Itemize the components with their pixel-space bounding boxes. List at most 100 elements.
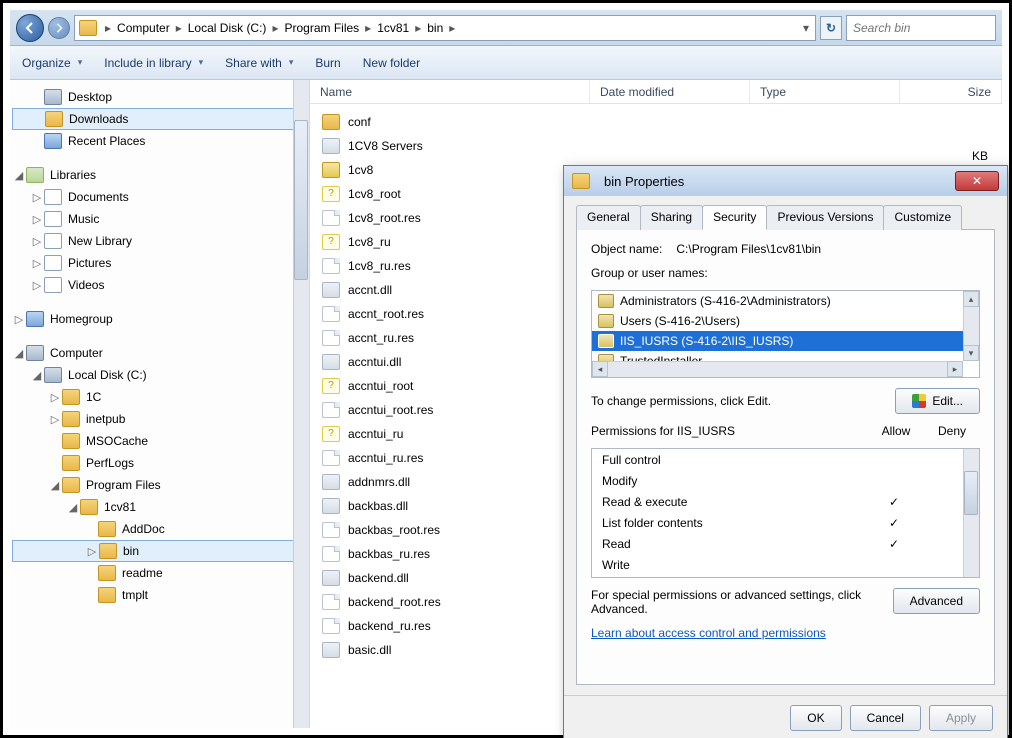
apply-button[interactable]: Apply (929, 705, 993, 731)
sidebar-item-pictures[interactable]: ▷Pictures (12, 252, 307, 274)
dll-icon (322, 570, 340, 586)
dialog-titlebar[interactable]: bin Properties ✕ (564, 166, 1007, 196)
tab-sharing[interactable]: Sharing (640, 205, 703, 230)
search-input[interactable] (853, 21, 989, 35)
sidebar-item-tmplt[interactable]: tmplt (12, 584, 307, 606)
sidebar-item-msocache[interactable]: MSOCache (12, 430, 307, 452)
share-with-button[interactable]: Share with (225, 56, 293, 70)
group-name: IIS_IUSRS (S-416-2\IIS_IUSRS) (620, 334, 793, 348)
advanced-button[interactable]: Advanced (893, 588, 980, 614)
sidebar-item-1c[interactable]: ▷1C (12, 386, 307, 408)
edit-button[interactable]: Edit... (895, 388, 980, 414)
sidebar-item-bin[interactable]: ▷bin (12, 540, 307, 562)
sidebar-item-libraries[interactable]: ◢Libraries (12, 164, 307, 186)
chevron-right-icon[interactable]: ▸ (103, 21, 113, 35)
forward-button[interactable] (48, 17, 70, 39)
sidebar-item-desktop[interactable]: Desktop (12, 86, 307, 108)
column-date[interactable]: Date modified (590, 80, 750, 103)
list-item[interactable]: 1CV8 Servers (314, 134, 998, 158)
learn-link[interactable]: Learn about access control and permissio… (591, 626, 980, 640)
tab-security[interactable]: Security (702, 205, 767, 230)
dialog-footer: OK Cancel Apply (564, 695, 1007, 738)
sidebar-item-music[interactable]: ▷Music (12, 208, 307, 230)
breadcrumb-item[interactable]: 1cv81 (373, 21, 413, 35)
file-name: accntui_root.res (348, 403, 433, 417)
ok-button[interactable]: OK (790, 705, 841, 731)
file-name: backbas_ru.res (348, 547, 430, 561)
permission-row: Read & execute✓ (592, 491, 979, 512)
sidebar-item-1cv81[interactable]: ◢1cv81 (12, 496, 307, 518)
sidebar-item-inetpub[interactable]: ▷inetpub (12, 408, 307, 430)
sidebar-item-label: Music (68, 212, 99, 226)
folder-icon (98, 521, 116, 537)
close-button[interactable]: ✕ (955, 171, 999, 191)
sidebar-item-documents[interactable]: ▷Documents (12, 186, 307, 208)
breadcrumb-item[interactable]: Program Files (280, 21, 363, 35)
sidebar-item-perflogs[interactable]: PerfLogs (12, 452, 307, 474)
chevron-right-icon[interactable]: ▸ (413, 21, 423, 35)
scroll-down-icon[interactable]: ▾ (963, 345, 979, 361)
chevron-right-icon[interactable]: ▸ (270, 21, 280, 35)
sidebar-item-recent[interactable]: Recent Places (12, 130, 307, 152)
organize-button[interactable]: Organize (22, 56, 82, 70)
cancel-button[interactable]: Cancel (850, 705, 921, 731)
group-item[interactable]: IIS_IUSRS (S-416-2\IIS_IUSRS) (592, 331, 979, 351)
explorer-window: ▸ Computer ▸ Local Disk (C:) ▸ Program F… (10, 10, 1002, 728)
breadcrumb-item[interactable]: bin (423, 21, 447, 35)
group-user-list[interactable]: Administrators (S-416-2\Administrators)U… (591, 290, 980, 378)
sidebar-item-new-library[interactable]: ▷New Library (12, 230, 307, 252)
column-type[interactable]: Type (750, 80, 900, 103)
sidebar-item-adddoc[interactable]: AddDoc (12, 518, 307, 540)
sidebar-scrollbar[interactable] (293, 80, 309, 728)
tab-customize[interactable]: Customize (883, 205, 962, 230)
permission-name: Read & execute (602, 495, 869, 509)
new-folder-button[interactable]: New folder (363, 56, 420, 70)
allow-check: ✓ (869, 516, 919, 530)
ico-icon (322, 162, 340, 178)
tab-previous-versions[interactable]: Previous Versions (766, 205, 884, 230)
column-name[interactable]: Name (310, 80, 590, 103)
group-item[interactable]: Users (S-416-2\Users) (592, 311, 979, 331)
include-library-button[interactable]: Include in library (104, 56, 203, 70)
sidebar-item-label: Recent Places (68, 134, 145, 148)
sidebar-item-computer[interactable]: ◢Computer (12, 342, 307, 364)
back-button[interactable] (16, 14, 44, 42)
refresh-button[interactable]: ↻ (820, 16, 842, 40)
sidebar-item-label: Downloads (69, 112, 128, 126)
list-hscrollbar[interactable]: ◂ ▸ (592, 361, 963, 377)
column-headers[interactable]: Name Date modified Type Size (310, 80, 1002, 104)
dll-icon (322, 474, 340, 490)
list-item[interactable]: conf (314, 110, 998, 134)
scroll-right-icon[interactable]: ▸ (947, 361, 963, 377)
breadcrumb-item[interactable]: Computer (113, 21, 174, 35)
group-item[interactable]: Administrators (S-416-2\Administrators) (592, 291, 979, 311)
breadcrumb[interactable]: ▸ Computer ▸ Local Disk (C:) ▸ Program F… (74, 15, 816, 41)
chevron-right-icon[interactable]: ▸ (447, 21, 457, 35)
sidebar-item-label: tmplt (122, 588, 148, 602)
file-name: backend_root.res (348, 595, 441, 609)
breadcrumb-item[interactable]: Local Disk (C:) (184, 21, 271, 35)
column-size[interactable]: Size (900, 80, 1002, 103)
sidebar-item-downloads[interactable]: Downloads (12, 108, 307, 130)
chevron-right-icon[interactable]: ▸ (174, 21, 184, 35)
scroll-up-icon[interactable]: ▴ (963, 291, 979, 307)
sidebar-item-local-disk[interactable]: ◢Local Disk (C:) (12, 364, 307, 386)
burn-button[interactable]: Burn (315, 56, 340, 70)
list-vscrollbar[interactable]: ▴ ▾ (963, 291, 979, 361)
sidebar-item-readme[interactable]: readme (12, 562, 307, 584)
chevron-down-icon[interactable]: ▾ (801, 21, 811, 35)
permissions-scrollbar[interactable] (963, 449, 979, 577)
videos-icon (44, 277, 62, 293)
sidebar-item-label: Homegroup (50, 312, 113, 326)
sidebar-item-homegroup[interactable]: ▷Homegroup (12, 308, 307, 330)
sidebar-item-program-files[interactable]: ◢Program Files (12, 474, 307, 496)
scroll-left-icon[interactable]: ◂ (592, 361, 608, 377)
chevron-right-icon[interactable]: ▸ (363, 21, 373, 35)
file-name: accntui_root (348, 379, 413, 393)
object-name-value: C:\Program Files\1cv81\bin (676, 242, 821, 256)
search-box[interactable] (846, 15, 996, 41)
permission-row: List folder contents✓ (592, 512, 979, 533)
tab-general[interactable]: General (576, 205, 641, 230)
sidebar-item-videos[interactable]: ▷Videos (12, 274, 307, 296)
deny-header: Deny (924, 424, 980, 438)
